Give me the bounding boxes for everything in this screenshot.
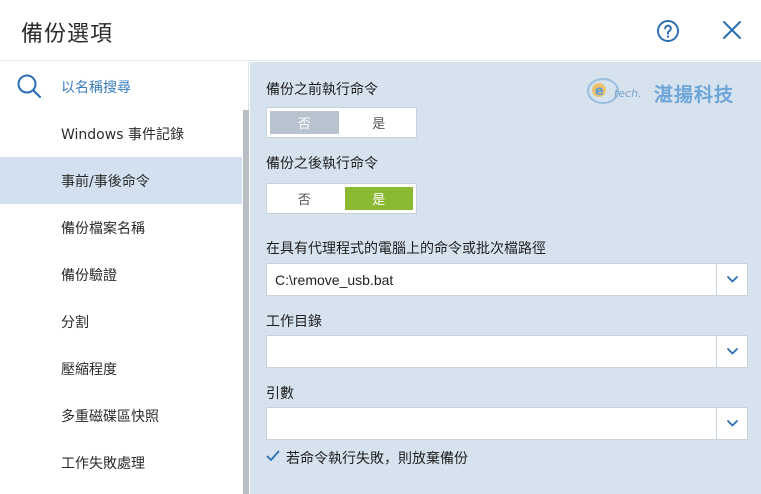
sidebar-item-label: 壓縮程度	[61, 362, 117, 378]
working-directory-input[interactable]	[267, 336, 717, 367]
sidebar-item-label: 分割	[61, 315, 89, 331]
sidebar-item-label: 備份檔案名稱	[61, 221, 145, 237]
help-icon	[657, 20, 679, 42]
chevron-down-icon	[727, 348, 738, 355]
sidebar-scrollbar-thumb[interactable]	[243, 110, 249, 494]
pre-command-yes-option[interactable]: 是	[345, 111, 414, 134]
dialog-title: 備份選項	[21, 22, 114, 47]
close-icon	[723, 21, 741, 39]
post-command-label: 備份之後執行命令	[266, 156, 378, 172]
sidebar-item-multi-volume-snapshot[interactable]: 多重磁碟區快照	[0, 392, 249, 439]
arguments-input[interactable]	[267, 408, 717, 439]
close-button[interactable]	[721, 19, 743, 41]
pre-command-label: 備份之前執行命令	[266, 82, 378, 98]
command-path-label: 在具有代理程式的電腦上的命令或批次檔路徑	[266, 241, 546, 257]
settings-panel: e tech. 湛揚科技 備份之前執行命令 否 是 備份之後執行命令 否 是 在…	[250, 62, 761, 494]
pre-command-toggle: 否 是	[266, 107, 417, 138]
options-sidebar: 以名稱搜尋 Windows 事件記錄 事前/事後命令 備份檔案名稱 備份驗證 分…	[0, 62, 249, 494]
abort-on-fail-checkbox[interactable]	[266, 449, 280, 463]
svg-text:e: e	[595, 84, 604, 99]
search-icon	[17, 74, 42, 99]
post-command-no-option[interactable]: 否	[270, 187, 339, 210]
dialog-header: 備份選項	[0, 0, 761, 61]
command-path-input[interactable]	[267, 264, 717, 295]
working-directory-label: 工作目錄	[266, 314, 322, 330]
sidebar-item-backup-file-name[interactable]: 備份檔案名稱	[0, 204, 249, 251]
arguments-label: 引數	[266, 386, 294, 402]
command-path-combobox	[266, 263, 748, 296]
arguments-dropdown-button[interactable]	[716, 408, 747, 439]
sidebar-item-windows-event-log[interactable]: Windows 事件記錄	[0, 110, 249, 157]
watermark-tech-text: tech.	[614, 87, 642, 100]
search-by-name-button[interactable]: 以名稱搜尋	[0, 62, 249, 110]
working-directory-combobox	[266, 335, 748, 368]
sidebar-item-label: Windows 事件記錄	[61, 127, 184, 143]
pre-command-no-option[interactable]: 否	[270, 111, 339, 134]
watermark-company-text: 湛揚科技	[654, 84, 735, 106]
sidebar-item-pre-post-commands[interactable]: 事前/事後命令	[0, 157, 249, 204]
sidebar-item-task-failure-handling[interactable]: 工作失敗處理	[0, 439, 249, 486]
search-label: 以名稱搜尋	[61, 80, 131, 96]
sidebar-item-label: 多重磁碟區快照	[61, 409, 159, 425]
sidebar-item-label: 備份驗證	[61, 268, 117, 284]
sidebar-item-backup-validation[interactable]: 備份驗證	[0, 251, 249, 298]
sidebar-item-label: 事前/事後命令	[61, 174, 150, 190]
working-directory-dropdown-button[interactable]	[716, 336, 747, 367]
sidebar-item-label: 工作失敗處理	[61, 456, 145, 472]
help-button[interactable]	[656, 19, 680, 43]
sidebar-item-splitting[interactable]: 分割	[0, 298, 249, 345]
arguments-combobox	[266, 407, 748, 440]
post-command-yes-option[interactable]: 是	[344, 187, 413, 210]
sidebar-item-compression-level[interactable]: 壓縮程度	[0, 345, 249, 392]
command-path-dropdown-button[interactable]	[716, 264, 747, 295]
chevron-down-icon	[727, 420, 738, 427]
company-watermark: e tech. 湛揚科技	[586, 74, 746, 108]
post-command-toggle: 否 是	[266, 183, 417, 214]
abort-on-fail-label: 若命令執行失敗，則放棄備份	[286, 451, 468, 467]
chevron-down-icon	[727, 276, 738, 283]
